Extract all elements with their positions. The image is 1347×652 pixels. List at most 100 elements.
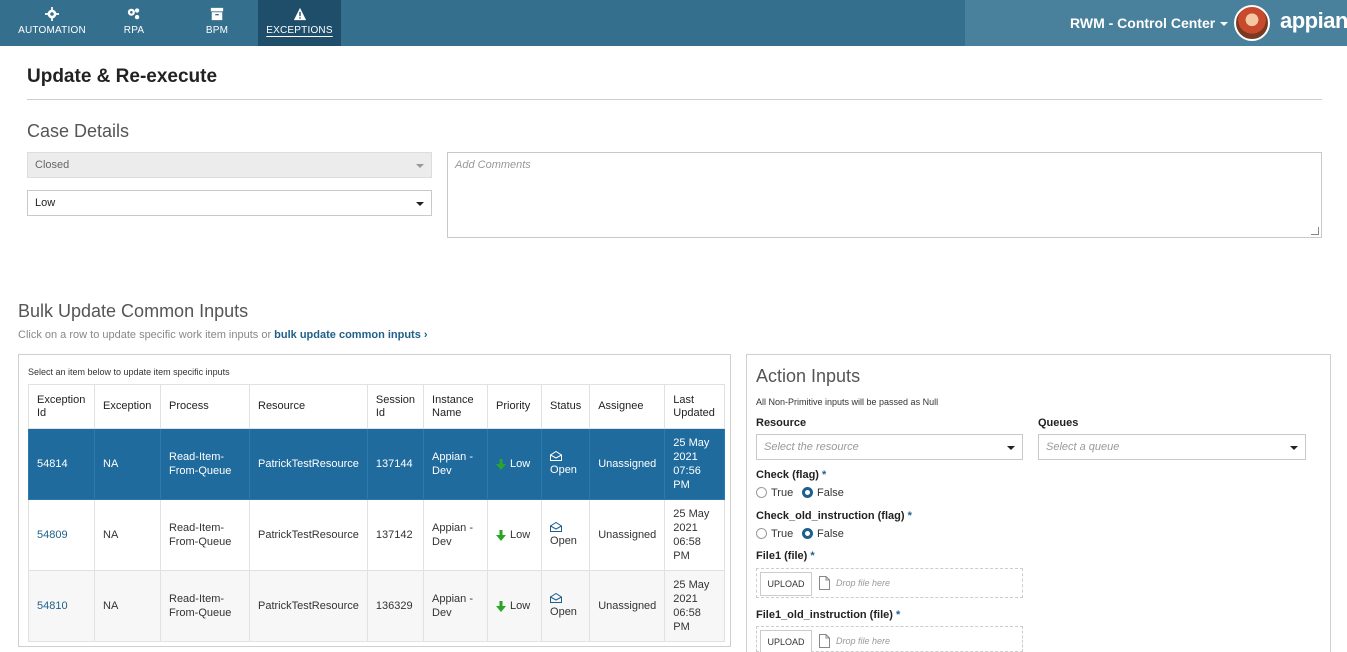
bulk-hint: Click on a row to update specific work i… bbox=[18, 329, 428, 341]
file1-upload-button[interactable]: UPLOAD bbox=[760, 572, 812, 596]
tab-rpa-label: RPA bbox=[123, 25, 145, 36]
radio-label: True bbox=[771, 528, 794, 540]
col-priority: Priority bbox=[487, 384, 543, 429]
arrow-down-icon bbox=[496, 529, 507, 541]
file-icon bbox=[819, 576, 830, 590]
queues-select[interactable]: Select a queue bbox=[1038, 434, 1306, 460]
archive-icon bbox=[210, 7, 224, 21]
resource-select[interactable]: Select the resource bbox=[756, 434, 1023, 460]
required-mark: * bbox=[895, 609, 901, 621]
tab-exceptions-label: EXCEPTIONS bbox=[266, 25, 333, 36]
tab-bpm[interactable]: BPM bbox=[177, 0, 257, 46]
file1-dropzone[interactable]: UPLOAD Drop file here bbox=[756, 568, 1023, 598]
col-process: Process bbox=[160, 384, 250, 429]
check-true-radio[interactable]: True bbox=[756, 487, 793, 499]
cell-exception-id[interactable]: 54809 bbox=[28, 499, 95, 571]
resize-handle[interactable] bbox=[1311, 227, 1319, 235]
exceptions-table: Exception Id Exception Process Resource … bbox=[28, 384, 726, 642]
cell-exception-id[interactable]: 54814 bbox=[28, 428, 95, 500]
radio-button-selected[interactable] bbox=[802, 528, 813, 539]
file1-text: File1 (file) bbox=[756, 550, 808, 562]
file1-old-text: File1_old_instruction (file) bbox=[756, 609, 893, 621]
col-exception: Exception bbox=[94, 384, 161, 429]
cell-last-updated: 25 May 2021 06:58 PM bbox=[664, 499, 726, 571]
radio-button[interactable] bbox=[756, 528, 767, 539]
radio-button[interactable] bbox=[756, 487, 767, 498]
file1-old-dropzone[interactable]: UPLOAD Drop file here bbox=[756, 626, 1023, 652]
app-switcher[interactable]: RWM - Control Center bbox=[1070, 15, 1229, 31]
radio-label: True bbox=[771, 487, 794, 499]
cell-instance-name: Appian - Dev bbox=[423, 428, 489, 500]
envelope-open-icon bbox=[550, 522, 563, 532]
priority-label: Low bbox=[510, 529, 531, 541]
bulk-update-link[interactable]: bulk update common inputs › bbox=[274, 329, 427, 341]
arrow-down-icon bbox=[496, 458, 507, 470]
col-assignee: Assignee bbox=[589, 384, 666, 429]
envelope-open-icon bbox=[550, 451, 563, 461]
resource-label: Resource bbox=[756, 417, 807, 429]
priority-label: Low bbox=[510, 600, 531, 612]
cell-process: Read-Item-From-Queue bbox=[160, 428, 250, 500]
check-flag-text: Check (flag) bbox=[756, 469, 819, 481]
check-old-flag-text: Check_old_instruction (flag) bbox=[756, 510, 905, 522]
cell-exception-id[interactable]: 54810 bbox=[28, 570, 95, 642]
cell-process: Read-Item-From-Queue bbox=[160, 499, 250, 571]
tab-rpa[interactable]: RPA bbox=[94, 0, 174, 46]
radio-label: False bbox=[817, 528, 844, 540]
table-note: Select an item below to update item spec… bbox=[28, 367, 230, 377]
action-inputs-title: Action Inputs bbox=[756, 366, 861, 386]
file-icon bbox=[819, 634, 830, 648]
gear-icon bbox=[45, 7, 59, 21]
table-row[interactable]: 54810 NA Read-Item-From-Queue PatrickTes… bbox=[28, 570, 726, 642]
cell-priority: Low bbox=[487, 499, 543, 571]
status-label: Open bbox=[550, 606, 577, 618]
check-old-false-radio[interactable]: False bbox=[802, 528, 844, 540]
table-row[interactable]: 54809 NA Read-Item-From-Queue PatrickTes… bbox=[28, 499, 726, 571]
comments-placeholder: Add Comments bbox=[455, 159, 531, 171]
bulk-update-link-label: bulk update common inputs bbox=[274, 329, 421, 341]
priority-select-value: Low bbox=[35, 197, 56, 209]
cell-instance-name: Appian - Dev bbox=[423, 570, 489, 642]
action-inputs-note: All Non-Primitive inputs will be passed … bbox=[756, 397, 939, 407]
tab-bpm-label: BPM bbox=[205, 25, 229, 36]
tab-automation[interactable]: AUTOMATION bbox=[12, 0, 92, 46]
cell-exception: NA bbox=[94, 428, 161, 500]
chevron-down-icon bbox=[1220, 22, 1229, 27]
cell-status: Open bbox=[541, 499, 591, 571]
cell-priority: Low bbox=[487, 428, 543, 500]
chevron-down-icon bbox=[1007, 446, 1015, 450]
col-resource: Resource bbox=[249, 384, 368, 429]
case-details-title: Case Details bbox=[27, 121, 130, 141]
queues-label: Queues bbox=[1038, 417, 1079, 429]
avatar[interactable] bbox=[1234, 5, 1270, 41]
comments-textarea[interactable]: Add Comments bbox=[447, 152, 1322, 238]
radio-button-selected[interactable] bbox=[802, 487, 813, 498]
required-mark: * bbox=[810, 550, 815, 562]
warning-icon bbox=[293, 7, 306, 21]
cell-instance-name: Appian - Dev bbox=[423, 499, 489, 571]
chevron-down-icon bbox=[1290, 446, 1298, 450]
arrow-down-icon bbox=[496, 600, 507, 612]
tab-automation-label: AUTOMATION bbox=[18, 25, 86, 36]
check-flag-label: Check (flag) * bbox=[756, 469, 826, 481]
check-old-true-radio[interactable]: True bbox=[756, 528, 793, 540]
priority-select[interactable]: Low bbox=[27, 190, 432, 216]
tab-exceptions[interactable]: EXCEPTIONS bbox=[258, 0, 341, 46]
cell-exception: NA bbox=[94, 570, 161, 642]
check-false-radio[interactable]: False bbox=[802, 487, 844, 499]
cell-session-id: 137142 bbox=[366, 499, 425, 571]
bulk-update-title: Bulk Update Common Inputs bbox=[18, 301, 249, 321]
chevron-down-icon bbox=[416, 202, 424, 206]
gears-icon bbox=[127, 8, 140, 20]
table-row[interactable]: 54814 NA Read-Item-From-Queue PatrickTes… bbox=[28, 428, 726, 500]
cell-process: Read-Item-From-Queue bbox=[160, 570, 250, 642]
chevron-down-icon bbox=[416, 164, 424, 168]
top-navigation-bar: AUTOMATION RPA BPM EXCEPTIONS RWM - Cont… bbox=[0, 0, 1347, 46]
cell-session-id: 136329 bbox=[366, 570, 425, 642]
radio-label: False bbox=[817, 487, 844, 499]
col-session-id: Session Id bbox=[366, 384, 425, 429]
status-select-value: Closed bbox=[35, 159, 70, 171]
file1-old-upload-button[interactable]: UPLOAD bbox=[760, 630, 812, 652]
cell-assignee: Unassigned bbox=[589, 428, 666, 500]
status-label: Open bbox=[550, 464, 577, 476]
